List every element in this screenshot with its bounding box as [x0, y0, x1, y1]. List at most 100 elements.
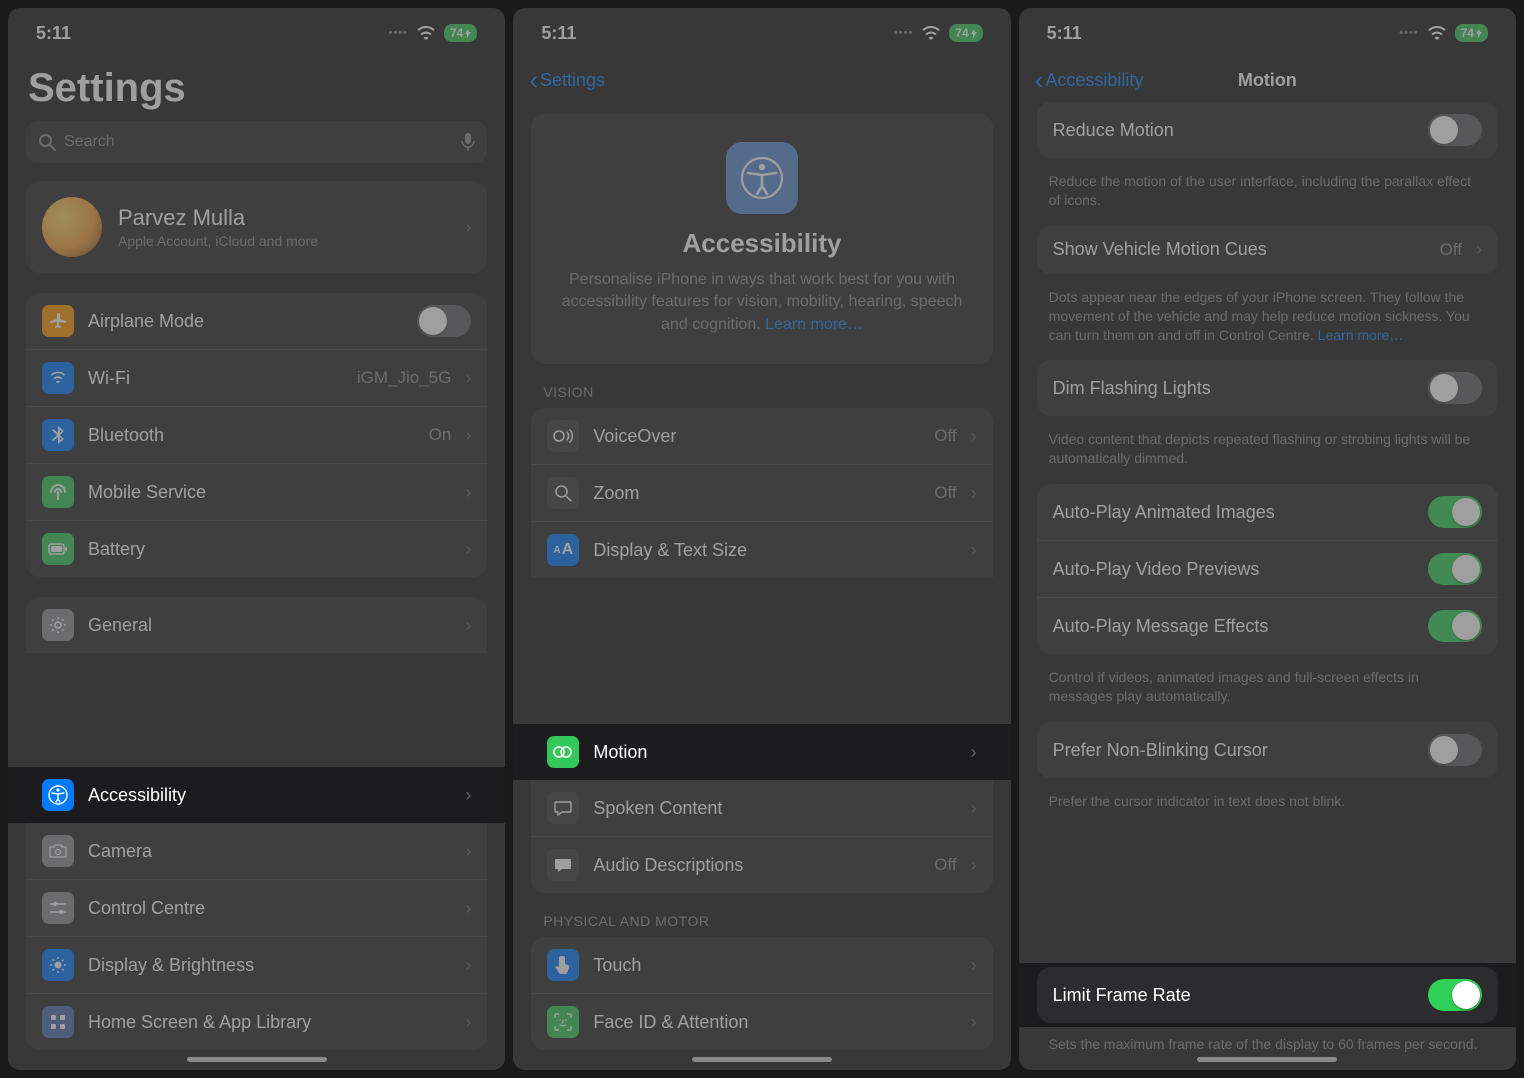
- display-brightness-row[interactable]: Display & Brightness ›: [26, 937, 487, 994]
- chevron-right-icon: ›: [971, 483, 977, 504]
- chevron-right-icon: ›: [1476, 239, 1482, 260]
- reduce-motion-toggle[interactable]: [1428, 114, 1482, 146]
- reduce-motion-footer: Reduce the motion of the user interface,…: [1037, 164, 1498, 226]
- chevron-right-icon: ›: [465, 785, 471, 806]
- home-indicator[interactable]: [692, 1057, 832, 1062]
- accessibility-row-highlight[interactable]: Accessibility ›: [8, 767, 505, 823]
- spoken-content-row[interactable]: Spoken Content ›: [531, 780, 992, 837]
- chevron-right-icon: ›: [971, 955, 977, 976]
- sun-icon: [42, 949, 74, 981]
- autoplay-msg-toggle[interactable]: [1428, 610, 1482, 642]
- account-sub: Apple Account, iCloud and more: [118, 233, 449, 249]
- control-centre-row[interactable]: Control Centre ›: [26, 880, 487, 937]
- chevron-right-icon: ›: [465, 217, 471, 238]
- airplane-toggle[interactable]: [417, 305, 471, 337]
- airplane-icon: [42, 305, 74, 337]
- cellular-dots-icon: ••••: [1399, 27, 1418, 39]
- reduce-motion-row[interactable]: Reduce Motion: [1037, 102, 1498, 158]
- vision-group: VoiceOver Off › Zoom Off › AA Display & …: [531, 408, 992, 578]
- back-button[interactable]: ‹ Settings: [529, 65, 605, 96]
- motor-header: PHYSICAL AND MOTOR: [531, 913, 992, 937]
- dim-flashing-row[interactable]: Dim Flashing Lights: [1037, 360, 1498, 416]
- autoplay-video-toggle[interactable]: [1428, 553, 1482, 585]
- hero-title: Accessibility: [553, 228, 970, 259]
- learn-more-link[interactable]: Learn more…: [1318, 327, 1404, 343]
- status-time: 5:11: [36, 23, 71, 44]
- cursor-footer: Prefer the cursor indicator in text does…: [1037, 784, 1498, 827]
- home-indicator[interactable]: [1197, 1057, 1337, 1062]
- display-text-row[interactable]: AA Display & Text Size ›: [531, 522, 992, 578]
- chevron-right-icon: ›: [465, 539, 471, 560]
- accessibility-icon: [42, 779, 74, 811]
- motor-group: Touch › Face ID & Attention ›: [531, 937, 992, 1050]
- dim-flashing-toggle[interactable]: [1428, 372, 1482, 404]
- mic-icon[interactable]: [461, 132, 475, 152]
- search-placeholder: Search: [64, 133, 115, 151]
- bluetooth-row[interactable]: Bluetooth On ›: [26, 407, 487, 464]
- autoplay-images-row[interactable]: Auto-Play Animated Images: [1037, 484, 1498, 541]
- vehicle-cues-row[interactable]: Show Vehicle Motion Cues Off ›: [1037, 226, 1498, 274]
- wifi-row[interactable]: Wi-Fi iGM_Jio_5G ›: [26, 350, 487, 407]
- status-bar: 5:11 •••• 74: [513, 8, 1010, 58]
- zoom-row[interactable]: Zoom Off ›: [531, 465, 992, 522]
- faceid-icon: [547, 1006, 579, 1038]
- voiceover-icon: [547, 420, 579, 452]
- bluetooth-icon: [42, 419, 74, 451]
- account-row[interactable]: Parvez Mulla Apple Account, iCloud and m…: [26, 181, 487, 273]
- chevron-right-icon: ›: [465, 482, 471, 503]
- grid-icon: [42, 1006, 74, 1038]
- autoplay-msg-row[interactable]: Auto-Play Message Effects: [1037, 598, 1498, 654]
- faceid-row[interactable]: Face ID & Attention ›: [531, 994, 992, 1050]
- battery-indicator: 74: [444, 24, 477, 42]
- speech-bubble-icon: [547, 792, 579, 824]
- general-group-top: General ›: [26, 597, 487, 653]
- mobile-service-row[interactable]: Mobile Service ›: [26, 464, 487, 521]
- battery-indicator: 74: [949, 24, 982, 42]
- touch-row[interactable]: Touch ›: [531, 937, 992, 994]
- motion-row-highlight[interactable]: Motion ›: [513, 724, 1010, 780]
- back-button[interactable]: ‹ Accessibility: [1035, 65, 1144, 96]
- antenna-icon: [42, 476, 74, 508]
- chevron-right-icon: ›: [465, 955, 471, 976]
- vision-header: VISION: [531, 384, 992, 408]
- chevron-right-icon: ›: [465, 425, 471, 446]
- motion-icon: [547, 736, 579, 768]
- general-row[interactable]: General ›: [26, 597, 487, 653]
- home-screen-row[interactable]: Home Screen & App Library ›: [26, 994, 487, 1050]
- chevron-left-icon: ‹: [529, 65, 538, 96]
- battery-indicator: 74: [1455, 24, 1488, 42]
- chevron-right-icon: ›: [971, 742, 977, 763]
- audio-desc-row[interactable]: Audio Descriptions Off ›: [531, 837, 992, 893]
- general-group-bottom: Camera › Control Centre › Display & Brig…: [26, 823, 487, 1050]
- connectivity-group: Airplane Mode Wi-Fi iGM_Jio_5G › Bluetoo…: [26, 293, 487, 577]
- nav-bar: ‹ Accessibility Motion: [1019, 58, 1516, 102]
- chevron-right-icon: ›: [465, 898, 471, 919]
- wifi-icon: [921, 26, 941, 40]
- status-bar: 5:11 •••• 74: [8, 8, 505, 58]
- battery-row[interactable]: Battery ›: [26, 521, 487, 577]
- wifi-icon: [42, 362, 74, 394]
- camera-row[interactable]: Camera ›: [26, 823, 487, 880]
- limit-frame-rate-toggle[interactable]: [1428, 979, 1482, 1011]
- cellular-dots-icon: ••••: [389, 27, 408, 39]
- autoplay-images-toggle[interactable]: [1428, 496, 1482, 528]
- wifi-icon: [1427, 26, 1447, 40]
- learn-more-link[interactable]: Learn more…: [765, 316, 863, 333]
- voiceover-row[interactable]: VoiceOver Off ›: [531, 408, 992, 465]
- cursor-row[interactable]: Prefer Non-Blinking Cursor: [1037, 722, 1498, 778]
- limit-frame-rate-highlight[interactable]: Limit Frame Rate: [1019, 963, 1516, 1027]
- cursor-toggle[interactable]: [1428, 734, 1482, 766]
- gear-icon: [42, 609, 74, 641]
- home-indicator[interactable]: [187, 1057, 327, 1062]
- airplane-row[interactable]: Airplane Mode: [26, 293, 487, 350]
- search-icon: [38, 133, 56, 151]
- search-input[interactable]: Search: [26, 121, 487, 163]
- vision-group-bottom: Spoken Content › Audio Descriptions Off …: [531, 780, 992, 893]
- autoplay-video-row[interactable]: Auto-Play Video Previews: [1037, 541, 1498, 598]
- wifi-icon: [416, 26, 436, 40]
- accessibility-hero: Accessibility Personalise iPhone in ways…: [531, 114, 992, 364]
- limit-fr-footer: Sets the maximum frame rate of the displ…: [1037, 1027, 1498, 1070]
- status-time: 5:11: [1047, 23, 1082, 44]
- nav-bar: ‹ Settings: [513, 58, 1010, 102]
- camera-icon: [42, 835, 74, 867]
